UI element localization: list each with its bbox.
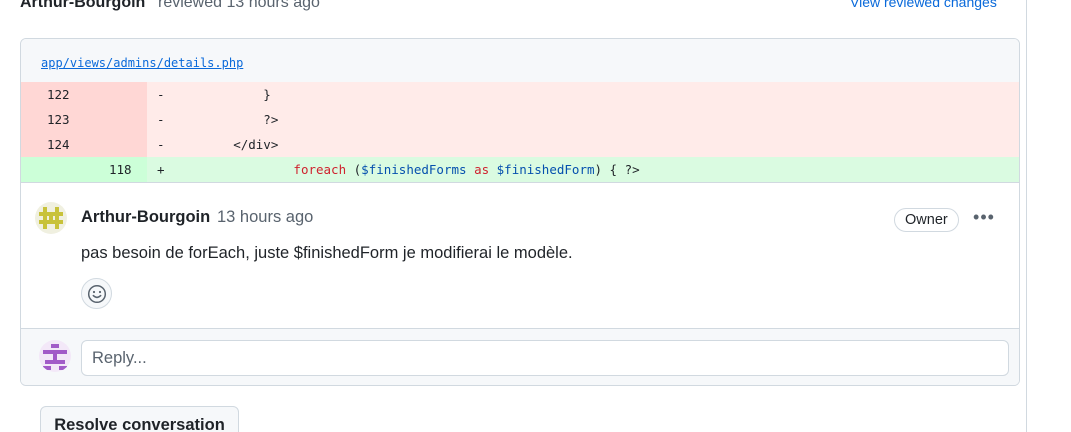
comment-author[interactable]: Arthur-Bourgoin	[81, 208, 210, 227]
code-line: ?>	[173, 112, 279, 127]
file-header: app/views/admins/details.php	[21, 39, 1019, 82]
code-line: foreach ($finishedForms as $finishedForm…	[173, 162, 640, 177]
identicon-avatar[interactable]	[35, 202, 67, 234]
old-line-number[interactable]: 122	[47, 87, 70, 102]
review-author[interactable]: Arthur-Bourgoin	[20, 0, 145, 12]
review-header: Arthur-Bourgoin reviewed 13 hours ago Vi…	[20, 0, 1071, 14]
code-text: ) { ?>	[594, 162, 640, 177]
line-number-gutter: 122	[21, 82, 147, 107]
code-line: </div>	[173, 137, 279, 152]
diff-marker: -	[157, 87, 165, 102]
new-line-number[interactable]: 118	[109, 162, 132, 177]
add-reaction-button[interactable]	[81, 278, 112, 309]
review-comment: Arthur-Bourgoin 13 hours ago Owner ••• p…	[21, 182, 1019, 328]
comment-body: pas besoin de forEach, juste $finishedFo…	[81, 244, 573, 262]
file-path-link[interactable]: app/views/admins/details.php	[41, 56, 243, 70]
comment-timestamp[interactable]: 13 hours ago	[217, 208, 313, 227]
timeline-divider	[1026, 0, 1027, 432]
resolve-conversation-button[interactable]: Resolve conversation	[40, 406, 239, 432]
code-keyword: foreach	[293, 162, 347, 177]
review-thread: app/views/admins/details.php 122 - } 123…	[20, 38, 1020, 386]
old-line-number[interactable]: 124	[47, 137, 70, 152]
code-keyword: as	[474, 162, 490, 177]
diff-marker: +	[157, 162, 165, 177]
line-number-gutter: 118	[21, 157, 147, 182]
diff-marker: -	[157, 112, 165, 127]
owner-badge: Owner	[894, 208, 959, 232]
code-variable: $finishedForm	[496, 162, 595, 177]
reply-box	[21, 328, 1019, 385]
old-line-number[interactable]: 123	[47, 112, 70, 127]
line-number-gutter: 123	[21, 107, 147, 132]
line-number-gutter: 124	[21, 132, 147, 157]
diff-line-deleted: 123 - ?>	[21, 107, 1019, 132]
diff-line-added: 118 + foreach ($finishedForms as $finish…	[21, 157, 1019, 182]
code-line: }	[173, 87, 271, 102]
code-variable: $finishedForms	[361, 162, 467, 177]
code-text: (	[346, 162, 362, 177]
diff-line-deleted: 124 - </div>	[21, 132, 1019, 157]
kebab-horizontal-icon[interactable]: •••	[972, 207, 996, 231]
identicon-avatar[interactable]	[39, 340, 71, 372]
reply-input[interactable]	[81, 340, 1009, 376]
smiley-icon	[87, 284, 107, 304]
view-reviewed-changes-link[interactable]: View reviewed changes	[850, 0, 997, 10]
diff-line-deleted: 122 - }	[21, 82, 1019, 107]
diff-marker: -	[157, 137, 165, 152]
review-action: reviewed 13 hours ago	[158, 0, 320, 11]
